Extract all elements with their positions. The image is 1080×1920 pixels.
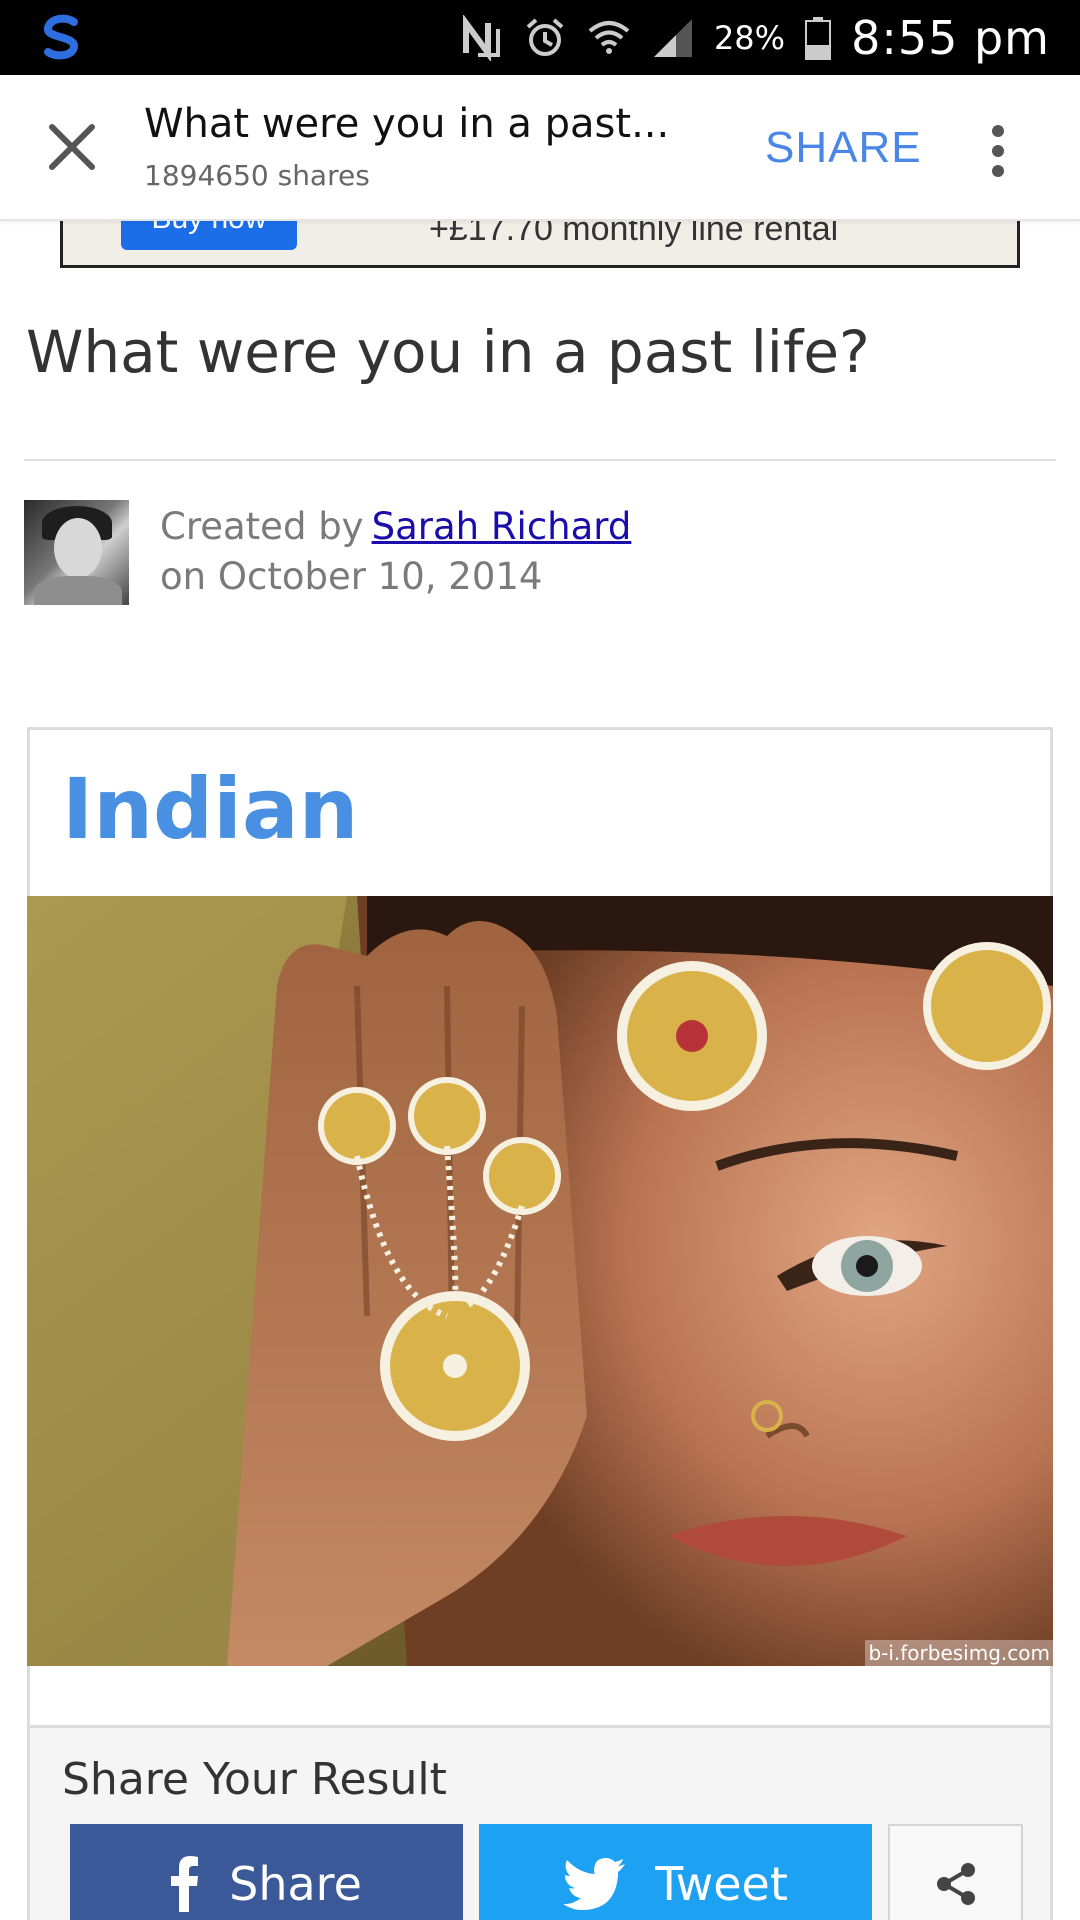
share-panel: Share Your Result Share Tweet — [30, 1725, 1050, 1920]
divider — [24, 459, 1056, 461]
app-notification-icon — [44, 14, 79, 60]
alarm-icon — [526, 17, 564, 56]
more-options-icon[interactable] — [978, 119, 1018, 183]
clock: 8:55 pm — [851, 10, 1050, 65]
facebook-share-button[interactable]: Share — [70, 1824, 463, 1920]
image-credit: b-i.forbesimg.com — [865, 1640, 1053, 1666]
result-card: Indian b-i.forbesimg.com Share Your Resu… — [27, 727, 1053, 1920]
twitter-icon — [563, 1858, 626, 1910]
avatar[interactable] — [24, 500, 129, 605]
share-count: 1894650 shares — [144, 159, 370, 192]
twitter-tweet-button[interactable]: Tweet — [479, 1824, 872, 1920]
twitter-tweet-label: Tweet — [655, 1857, 788, 1911]
wifi-icon — [588, 20, 630, 54]
share-heading: Share Your Result — [62, 1754, 447, 1805]
app-bar: What were you in a past... 1894650 share… — [0, 75, 1080, 221]
result-title: Indian — [62, 760, 359, 858]
app-bar-title: What were you in a past... — [144, 101, 670, 147]
close-icon[interactable] — [40, 115, 104, 179]
more-share-button[interactable] — [888, 1824, 1023, 1920]
signal-icon — [653, 18, 692, 57]
facebook-share-label: Share — [229, 1857, 362, 1911]
status-bar: 28% 8:55 pm — [0, 0, 1080, 75]
page-title: What were you in a past life? — [26, 318, 870, 386]
result-image: b-i.forbesimg.com — [27, 896, 1053, 1666]
facebook-icon — [171, 1856, 199, 1912]
share-icon — [936, 1863, 975, 1905]
created-by-label: Created by — [160, 505, 364, 548]
battery-percentage: 28% — [713, 18, 786, 57]
nfc-icon — [462, 14, 500, 61]
created-date: on October 10, 2014 — [160, 555, 543, 598]
author-link[interactable]: Sarah Richard — [372, 505, 632, 548]
share-button[interactable]: SHARE — [765, 123, 922, 173]
created-by-line: Created by Sarah Richard — [160, 505, 631, 548]
battery-icon — [805, 16, 832, 60]
